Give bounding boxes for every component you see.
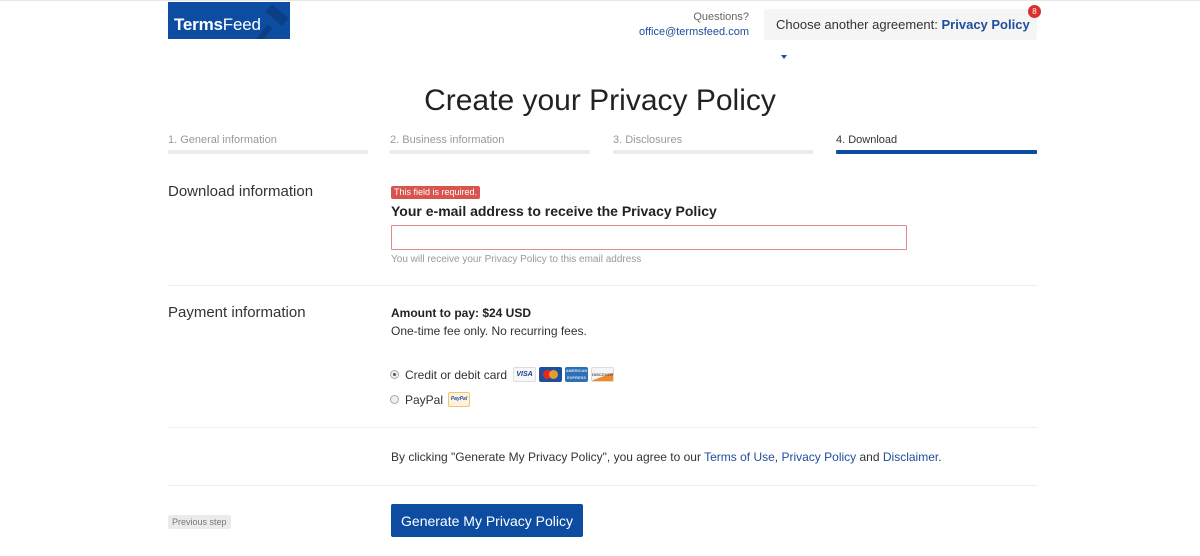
contact-email-link[interactable]: office@termsfeed.com xyxy=(639,26,749,38)
section-divider xyxy=(168,285,1037,286)
step-bar xyxy=(168,150,368,154)
payment-option-card[interactable]: Credit or debit card VISA AMERICAN EXPRE… xyxy=(390,367,615,382)
questions-label: Questions? xyxy=(693,11,749,23)
step-bar xyxy=(390,150,590,154)
step-bar xyxy=(613,150,813,154)
progress-steps: 1. General information 2. Business infor… xyxy=(168,134,1037,154)
mastercard-icon xyxy=(539,367,563,382)
step-bar-active xyxy=(836,150,1037,154)
email-help-text: You will receive your Privacy Policy to … xyxy=(391,254,642,265)
step-download[interactable]: 4. Download xyxy=(836,134,1037,154)
gavel-icon xyxy=(265,4,289,26)
card-radio[interactable] xyxy=(390,370,399,379)
privacy-policy-link[interactable]: Privacy Policy xyxy=(781,450,856,464)
agreement-prefix: Choose another agreement: xyxy=(776,17,938,32)
card-option-label: Credit or debit card xyxy=(405,367,508,382)
page-title: Create your Privacy Policy xyxy=(424,84,776,117)
logo-text: TermsFeed xyxy=(174,15,261,34)
contact-block: Questions? office@termsfeed.com xyxy=(639,10,749,40)
step-business-information[interactable]: 2. Business information xyxy=(390,134,590,154)
terms-and: and xyxy=(856,450,883,464)
email-error-message: This field is required. xyxy=(391,186,481,199)
amex-icon: AMERICAN EXPRESS xyxy=(565,367,589,382)
terms-prefix: By clicking "Generate My Privacy Policy"… xyxy=(391,450,705,464)
discover-icon: DISCOVER xyxy=(591,367,615,382)
payment-option-paypal[interactable]: PayPal PayPal xyxy=(390,392,471,407)
paypal-icon: PayPal xyxy=(448,392,471,407)
terms-suffix: . xyxy=(938,450,942,464)
step-label: 2. Business information xyxy=(390,134,505,146)
paypal-option-label: PayPal xyxy=(405,392,444,407)
agreement-selected: Privacy Policy xyxy=(941,17,1030,32)
payment-information-heading: Payment information xyxy=(168,304,306,321)
terms-agreement-text: By clicking "Generate My Privacy Policy"… xyxy=(391,450,942,464)
amount-to-pay: Amount to pay: $24 USD xyxy=(391,306,532,320)
top-border xyxy=(0,0,1200,1)
disclaimer-link[interactable]: Disclaimer xyxy=(883,450,938,464)
step-disclosures[interactable]: 3. Disclosures xyxy=(613,134,813,154)
fee-note: One-time fee only. No recurring fees. xyxy=(391,324,587,338)
step-label: 3. Disclosures xyxy=(613,134,683,146)
visa-icon: VISA xyxy=(513,367,537,382)
termsfeed-logo[interactable]: TermsFeed xyxy=(168,2,290,39)
previous-step-button[interactable]: Previous step xyxy=(168,515,231,529)
terms-of-use-link[interactable]: Terms of Use xyxy=(704,450,775,464)
paypal-radio[interactable] xyxy=(390,395,399,404)
download-information-heading: Download information xyxy=(168,183,314,200)
choose-agreement-dropdown[interactable]: Choose another agreement: Privacy Policy xyxy=(764,9,1037,59)
email-input[interactable] xyxy=(391,225,907,250)
caret-down-icon xyxy=(781,54,787,59)
notification-badge: 8 xyxy=(1028,5,1041,18)
step-general-information[interactable]: 1. General information xyxy=(168,134,368,154)
section-divider xyxy=(168,485,1037,486)
step-label: 4. Download xyxy=(836,134,898,146)
email-label: Your e-mail address to receive the Priva… xyxy=(391,203,717,219)
generate-privacy-policy-button[interactable]: Generate My Privacy Policy xyxy=(391,504,583,537)
section-divider xyxy=(168,427,1037,428)
step-label: 1. General information xyxy=(168,134,277,146)
